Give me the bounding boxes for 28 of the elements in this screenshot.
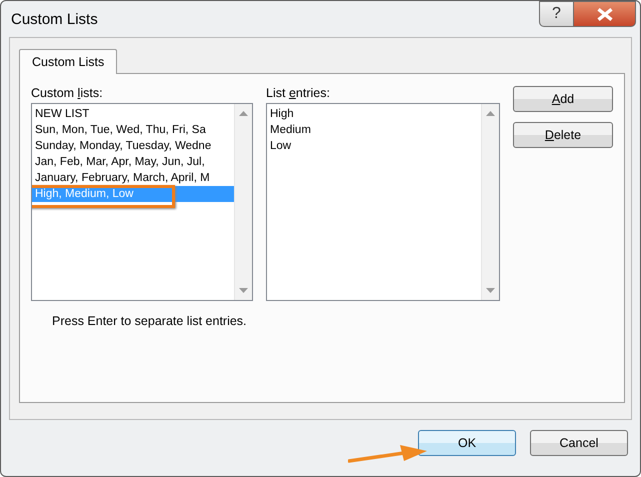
cancel-button[interactable]: Cancel: [530, 430, 628, 456]
entry-line: Medium: [269, 123, 312, 138]
entry-line: High: [269, 107, 295, 122]
close-icon[interactable]: [596, 8, 612, 20]
ok-button[interactable]: OK: [418, 430, 516, 456]
list-item[interactable]: NEW LIST: [32, 106, 234, 122]
scroll-up-icon[interactable]: [239, 111, 248, 116]
close-button[interactable]: [574, 1, 636, 27]
action-button[interactable]: Add: [513, 86, 613, 112]
scrollbar[interactable]: [481, 104, 499, 300]
list-label: Custom lists:: [31, 86, 104, 100]
hint-text: Press Enter to separate list entries.: [52, 314, 247, 328]
scroll-up-icon[interactable]: [486, 111, 495, 116]
window-title: Custom Lists: [11, 11, 98, 28]
list-item[interactable]: Sun, Mon, Tue, Wed, Thu, Fri, Sa: [32, 122, 234, 138]
entries-label: List entries:: [266, 86, 331, 100]
entry-line: Low: [269, 139, 292, 154]
list-entries-field[interactable]: High Medium Low: [266, 103, 500, 301]
custom-lists-listbox[interactable]: NEW LIST Sun, Mon, Tue, Wed, Thu, Fri, Sa Sunday, Monday, Tuesday, Wedne Jan, Feb, Mar, Apr, May, Jun, Jul, January, February, March, April, M High, Medium, Low: [31, 103, 253, 301]
help-button[interactable]: ?: [539, 1, 574, 27]
scrollbar[interactable]: [234, 104, 252, 300]
scroll-down-icon[interactable]: [239, 288, 248, 293]
list-item[interactable]: January, February, March, April, M: [32, 170, 234, 186]
scroll-down-icon[interactable]: [486, 288, 495, 293]
tab[interactable]: Custom Lists: [19, 49, 118, 74]
action-button[interactable]: Delete: [513, 122, 613, 148]
list-item[interactable]: Jan, Feb, Mar, Apr, May, Jun, Jul,: [32, 154, 234, 170]
list-item[interactable]: Sunday, Monday, Tuesday, Wedne: [32, 138, 234, 154]
